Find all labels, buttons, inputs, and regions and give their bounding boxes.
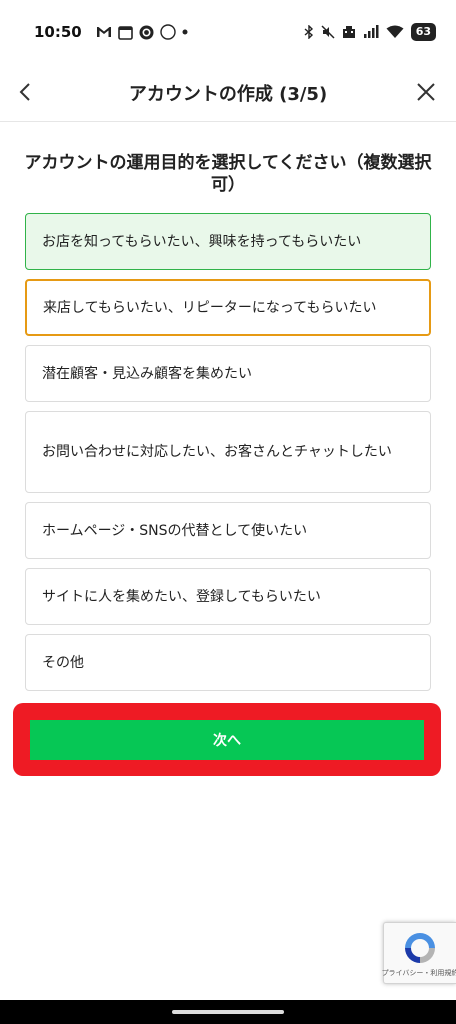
building-icon xyxy=(342,25,356,39)
option-label: サイトに人を集めたい、登録してもらいたい xyxy=(42,588,321,605)
status-bar: 10:50 63 xyxy=(0,0,456,64)
home-handle[interactable] xyxy=(172,1010,284,1014)
recaptcha-icon xyxy=(405,933,435,963)
bluetooth-icon xyxy=(304,25,314,39)
app-header: アカウントの作成 (3/5) xyxy=(0,64,456,122)
calendar-icon xyxy=(117,25,133,40)
option-homepage-sns[interactable]: ホームページ・SNSの代替として使いたい xyxy=(25,502,431,559)
option-label: 潜在顧客・見込み顧客を集めたい xyxy=(42,365,252,382)
option-label: 来店してもらいたい、リピーターになってもらいたい xyxy=(43,299,377,316)
dot-icon xyxy=(182,29,188,35)
status-bar-right: 63 xyxy=(304,23,436,41)
option-label: お問い合わせに対応したい、お客さんとチャットしたい xyxy=(42,444,392,460)
recaptcha-badge[interactable]: プライバシー・利用規約 xyxy=(382,922,456,984)
purpose-options-list: お店を知ってもらいたい、興味を持ってもらいたい 来店してもらいたい、リピーターに… xyxy=(25,213,431,700)
recording-icon xyxy=(139,25,154,40)
option-repeat-visitors[interactable]: 来店してもらいたい、リピーターになってもらいたい xyxy=(25,279,431,336)
option-label: その他 xyxy=(42,654,84,671)
signal-icon xyxy=(363,25,379,39)
question-heading: アカウントの運用目的を選択してください（複数選択可） xyxy=(24,153,432,195)
next-button-highlight: 次へ xyxy=(13,703,441,776)
close-icon xyxy=(417,83,435,101)
notification-count-icon xyxy=(160,24,176,40)
option-other[interactable]: その他 xyxy=(25,634,431,691)
option-know-store[interactable]: お店を知ってもらいたい、興味を持ってもらいたい xyxy=(25,213,431,270)
status-bar-left: 10:50 xyxy=(34,23,188,41)
recaptcha-text[interactable]: プライバシー・利用規約 xyxy=(382,969,456,978)
option-inquiries-chat[interactable]: お問い合わせに対応したい、お客さんとチャットしたい xyxy=(25,411,431,493)
option-label: お店を知ってもらいたい、興味を持ってもらいたい xyxy=(42,233,362,250)
status-time: 10:50 xyxy=(34,23,82,41)
option-prospects[interactable]: 潜在顧客・見込み顧客を集めたい xyxy=(25,345,431,402)
battery-indicator: 63 xyxy=(410,23,436,41)
gmail-icon xyxy=(96,26,112,38)
next-button[interactable]: 次へ xyxy=(30,719,424,760)
option-site-traffic[interactable]: サイトに人を集めたい、登録してもらいたい xyxy=(25,568,431,625)
chevron-left-icon xyxy=(19,83,30,101)
back-button[interactable] xyxy=(12,78,40,106)
wifi-icon xyxy=(386,25,404,39)
option-label: ホームページ・SNSの代替として使いたい xyxy=(42,522,308,539)
mute-icon xyxy=(321,25,335,39)
page-title: アカウントの作成 (3/5) xyxy=(128,83,328,105)
system-nav-bar xyxy=(0,1000,456,1024)
close-button[interactable] xyxy=(412,78,440,106)
